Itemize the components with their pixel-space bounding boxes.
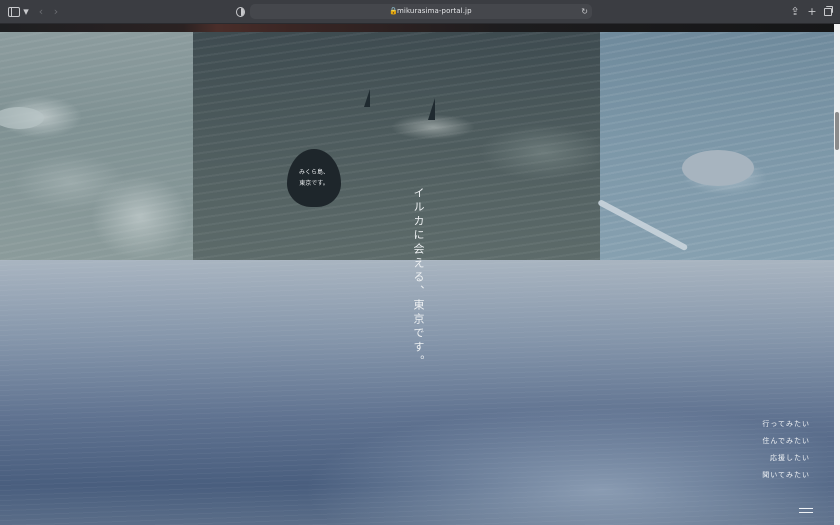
top-photo-strip [0, 24, 834, 32]
new-tab-button[interactable]: + [806, 0, 818, 23]
hero-tagline: イルカに会える、東京です。 [412, 187, 425, 369]
dolphin-silhouette [0, 107, 44, 129]
privacy-shield-icon[interactable] [235, 0, 245, 23]
site-menu: 行ってみたい 住んでみたい 応援したい 聞いてみたい [762, 416, 810, 484]
back-button[interactable]: ‹ [36, 0, 46, 23]
sidebar-toggle-icon[interactable] [8, 0, 22, 23]
menu-item-live[interactable]: 住んでみたい [762, 433, 810, 450]
page-scrollbar[interactable] [834, 24, 840, 525]
scrollbar-thumb[interactable] [835, 112, 839, 150]
page-content: みくら島、 東京です。 イルカに会える、東京です。 行ってみたい 住んでみたい … [0, 24, 834, 525]
url-text: mikurasima-portal.jp [397, 7, 472, 15]
menu-item-support[interactable]: 応援したい [762, 450, 810, 467]
logo-line-1: みくら島、 [298, 169, 329, 176]
dolphin-fin-right [428, 98, 435, 120]
address-bar[interactable]: 🔒 mikurasima-portal.jp ↻ [250, 4, 592, 19]
menu-item-ask[interactable]: 聞いてみたい [762, 467, 810, 484]
chevron-down-icon[interactable]: ▾ [22, 0, 30, 23]
tabs-overview-icon[interactable] [822, 0, 834, 23]
share-icon[interactable]: ⇪ [789, 0, 801, 23]
logo-line-2: 東京です。 [299, 180, 329, 187]
browser-toolbar: ▾ ‹ › 🔒 mikurasima-portal.jp ↻ ⇪ + [0, 0, 840, 24]
dolphin-fin-left [364, 89, 370, 107]
dolphin-silhouette [682, 150, 754, 186]
reload-icon[interactable]: ↻ [581, 4, 588, 19]
forward-button[interactable]: › [51, 0, 61, 23]
dolphin-fins-photo [193, 32, 600, 260]
menu-item-visit[interactable]: 行ってみたい [762, 416, 810, 433]
dolphin-surfacing-photo [600, 32, 834, 260]
hamburger-menu-icon[interactable] [799, 508, 813, 515]
dolphin-splash-photo [0, 32, 193, 260]
